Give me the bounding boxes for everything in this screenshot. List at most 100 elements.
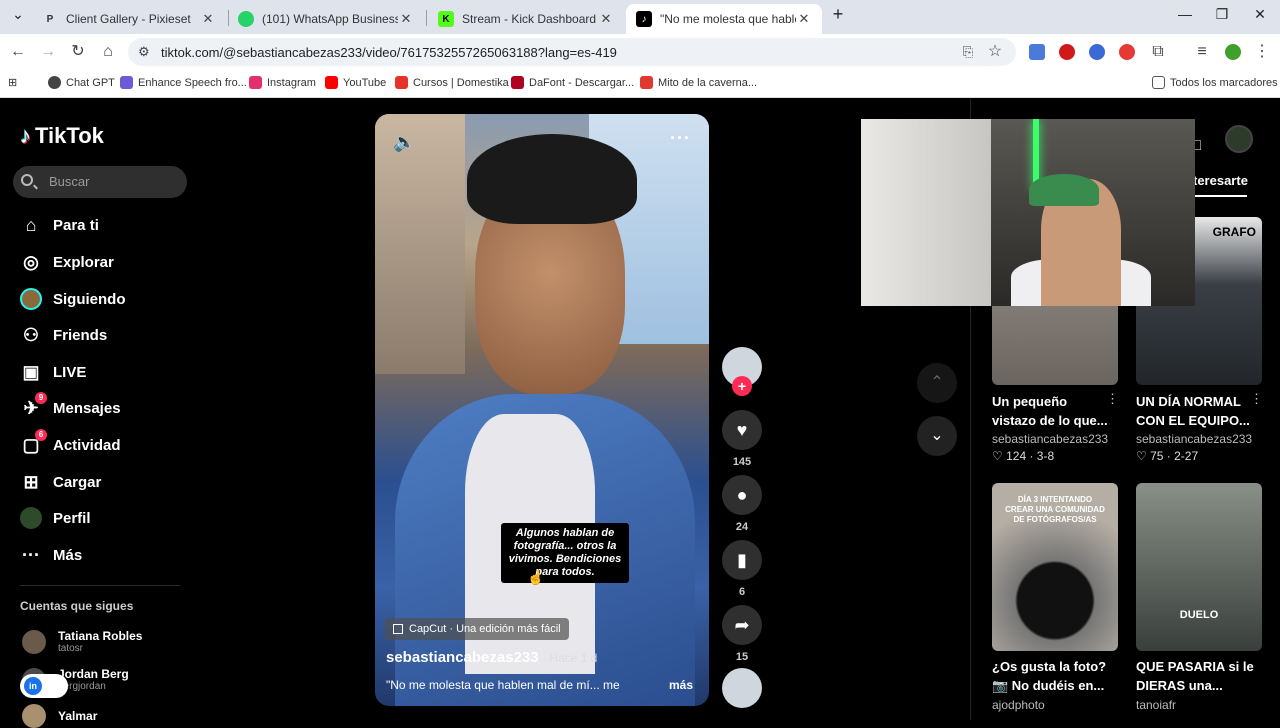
follow-plus-icon[interactable]: + <box>732 376 752 396</box>
video-player[interactable]: 🔈 ··· Algunos hablan de fotografía... ot… <box>375 114 709 706</box>
comment-action[interactable]: ● 24 <box>722 475 762 533</box>
video-thumbnail[interactable]: DUELO <box>1136 483 1262 651</box>
address-bar[interactable]: ⚙ tiktok.com/@sebastiancabezas233/video/… <box>128 38 1016 66</box>
bookmark-icon[interactable]: ▮ <box>722 540 762 580</box>
translate-extension-icon[interactable] <box>1029 44 1045 60</box>
install-icon[interactable]: ⎘ <box>958 42 978 62</box>
bookmark-chatgpt[interactable]: Chat GPT <box>48 76 115 89</box>
save-action[interactable]: ▮ 6 <box>722 540 762 598</box>
browser-tab[interactable]: P Client Gallery - Pixieset ✕ <box>32 4 226 34</box>
share-action[interactable]: ➦ 15 <box>722 605 762 663</box>
forward-icon[interactable]: → <box>38 42 58 62</box>
search-input[interactable] <box>49 174 179 189</box>
pixieset-icon: P <box>42 11 58 27</box>
window-close-icon[interactable]: ✕ <box>1250 6 1270 23</box>
browser-tab-active[interactable]: ♪ "No me molesta que hablen ma ✕ <box>626 4 822 34</box>
video-more-icon[interactable]: ··· <box>670 128 691 149</box>
minimize-icon[interactable]: — <box>1175 6 1195 22</box>
following-item[interactable]: Tatiana Robles tatosr <box>22 629 142 654</box>
instagram-icon <box>249 76 262 89</box>
folder-icon <box>1152 76 1165 89</box>
heart-icon[interactable]: ♥ <box>722 410 762 450</box>
comment-icon[interactable]: ● <box>722 475 762 515</box>
like-count: 145 <box>732 456 752 468</box>
nav-cargar[interactable]: ⊞ Cargar <box>20 469 101 495</box>
browser-tab[interactable]: (101) WhatsApp Business ✕ <box>228 4 424 34</box>
tiktok-logo[interactable]: ♪ TikTok <box>20 123 104 149</box>
media-control-icon[interactable]: ≡ <box>1192 42 1212 62</box>
nav-mensajes[interactable]: ✈ 9 Mensajes <box>20 392 121 421</box>
nav-para-ti[interactable]: ⌂ Para ti <box>20 212 99 238</box>
bookmark-domestika[interactable]: Cursos | Domestika <box>395 76 509 89</box>
author-name[interactable]: sebastiancabezas233 <box>386 649 539 666</box>
card-title[interactable]: ¿Os gusta la foto? 📷 No dudéis en... <box>992 657 1110 695</box>
volume-icon[interactable]: 🔈 <box>393 132 415 153</box>
close-icon[interactable]: ✕ <box>398 11 414 27</box>
all-bookmarks[interactable]: Todos los marcadores <box>1152 76 1278 89</box>
thumbnail-text: DÍA 3 INTENTANDO CREAR UNA COMUNIDAD DE … <box>1005 495 1105 524</box>
picture-in-picture-video[interactable] <box>861 119 1195 306</box>
close-icon[interactable]: ✕ <box>598 11 614 27</box>
card-author[interactable]: tanoiafr <box>1136 698 1176 712</box>
nav-mas[interactable]: ··· Más <box>20 542 82 568</box>
floating-extension-button[interactable]: in <box>20 674 68 698</box>
nav-perfil[interactable]: Perfil <box>20 505 91 531</box>
bookmark-star-icon[interactable]: ☆ <box>985 42 1005 62</box>
search-box[interactable] <box>13 166 187 198</box>
save-count: 6 <box>738 586 746 598</box>
nav-explorar[interactable]: ◎ Explorar <box>20 249 114 275</box>
browser-tab[interactable]: K Stream - Kick Dashboard ✕ <box>428 4 624 34</box>
video-thumbnail[interactable]: DÍA 3 INTENTANDO CREAR UNA COMUNIDAD DE … <box>992 483 1118 651</box>
nav-friends[interactable]: ⚇ Friends <box>20 322 107 348</box>
close-icon[interactable]: ✕ <box>796 11 812 27</box>
card-title[interactable]: UN DÍA NORMAL CON EL EQUIPO... <box>1136 392 1254 430</box>
card-menu-icon[interactable]: ⋮ <box>1106 391 1119 407</box>
bookmark-mito[interactable]: Mito de la caverna... <box>640 76 757 89</box>
previous-video-button[interactable]: ⌃ <box>917 363 957 403</box>
following-item[interactable]: Yalmar <box>22 704 97 728</box>
extensions-puzzle-icon[interactable]: ⧉ <box>1148 42 1168 62</box>
url-text[interactable]: tiktok.com/@sebastiancabezas233/video/76… <box>161 45 617 60</box>
card-title[interactable]: QUE PASARIA si le DIERAS una... <box>1136 657 1254 695</box>
user-avatar[interactable] <box>1225 125 1253 153</box>
tab-interests[interactable]: teresarte <box>1193 173 1248 188</box>
card-menu-icon[interactable]: ⋮ <box>1250 391 1263 407</box>
nav-siguiendo[interactable]: Siguiendo <box>20 286 126 312</box>
new-tab-icon[interactable]: + <box>828 4 848 25</box>
menu-dots-icon[interactable]: ⋮ <box>1252 42 1272 62</box>
back-icon[interactable]: ← <box>8 42 28 62</box>
following-name: Yalmar <box>58 709 98 723</box>
profile-icon[interactable] <box>1225 44 1241 60</box>
card-stats: ♡ 124 · 3-8 <box>992 449 1055 463</box>
more-link[interactable]: más <box>669 678 693 692</box>
card-title[interactable]: Un pequeño vistazo de lo que... <box>992 392 1110 430</box>
tab-search-icon[interactable]: ⌄ <box>8 6 28 23</box>
capcut-label[interactable]: CapCut · Una edición más fácil <box>385 618 569 640</box>
bookmark-youtube[interactable]: YouTube <box>325 76 386 89</box>
nav-label: Perfil <box>53 509 91 527</box>
apps-grid-icon[interactable]: ⊞ <box>8 76 17 89</box>
video-author[interactable]: sebastiancabezas233 · Hace 1 d <box>386 649 597 666</box>
record-extension-icon[interactable] <box>1119 44 1135 60</box>
bookmark-instagram[interactable]: Instagram <box>249 76 316 89</box>
bookmark-enhance-speech[interactable]: Enhance Speech fro... <box>120 76 247 89</box>
capcut-text: CapCut · Una edición más fácil <box>409 623 561 635</box>
like-action[interactable]: ♥ 145 <box>722 410 762 468</box>
extension-icon[interactable] <box>1089 44 1105 60</box>
site-info-icon[interactable]: ⚙ <box>138 44 150 60</box>
opera-extension-icon[interactable] <box>1059 44 1075 60</box>
nav-actividad[interactable]: ▢ 6 Actividad <box>20 429 121 458</box>
home-button-icon[interactable]: ⌂ <box>98 42 118 62</box>
reload-icon[interactable]: ↻ <box>68 42 88 62</box>
bookmark-dafont[interactable]: DaFont - Descargar... <box>511 76 634 89</box>
share-icon[interactable]: ➦ <box>722 605 762 645</box>
next-video-button[interactable]: ⌄ <box>917 416 957 456</box>
close-icon[interactable]: ✕ <box>200 11 216 27</box>
card-author[interactable]: ajodphoto <box>992 698 1045 712</box>
card-author[interactable]: sebastiancabezas233 <box>1136 432 1252 446</box>
maximize-icon[interactable]: ❐ <box>1212 6 1232 23</box>
nav-live[interactable]: ▣ LIVE <box>20 359 86 385</box>
sound-disc-avatar[interactable] <box>722 668 762 708</box>
sidebar-divider <box>20 585 180 586</box>
card-author[interactable]: sebastiancabezas233 <box>992 432 1108 446</box>
